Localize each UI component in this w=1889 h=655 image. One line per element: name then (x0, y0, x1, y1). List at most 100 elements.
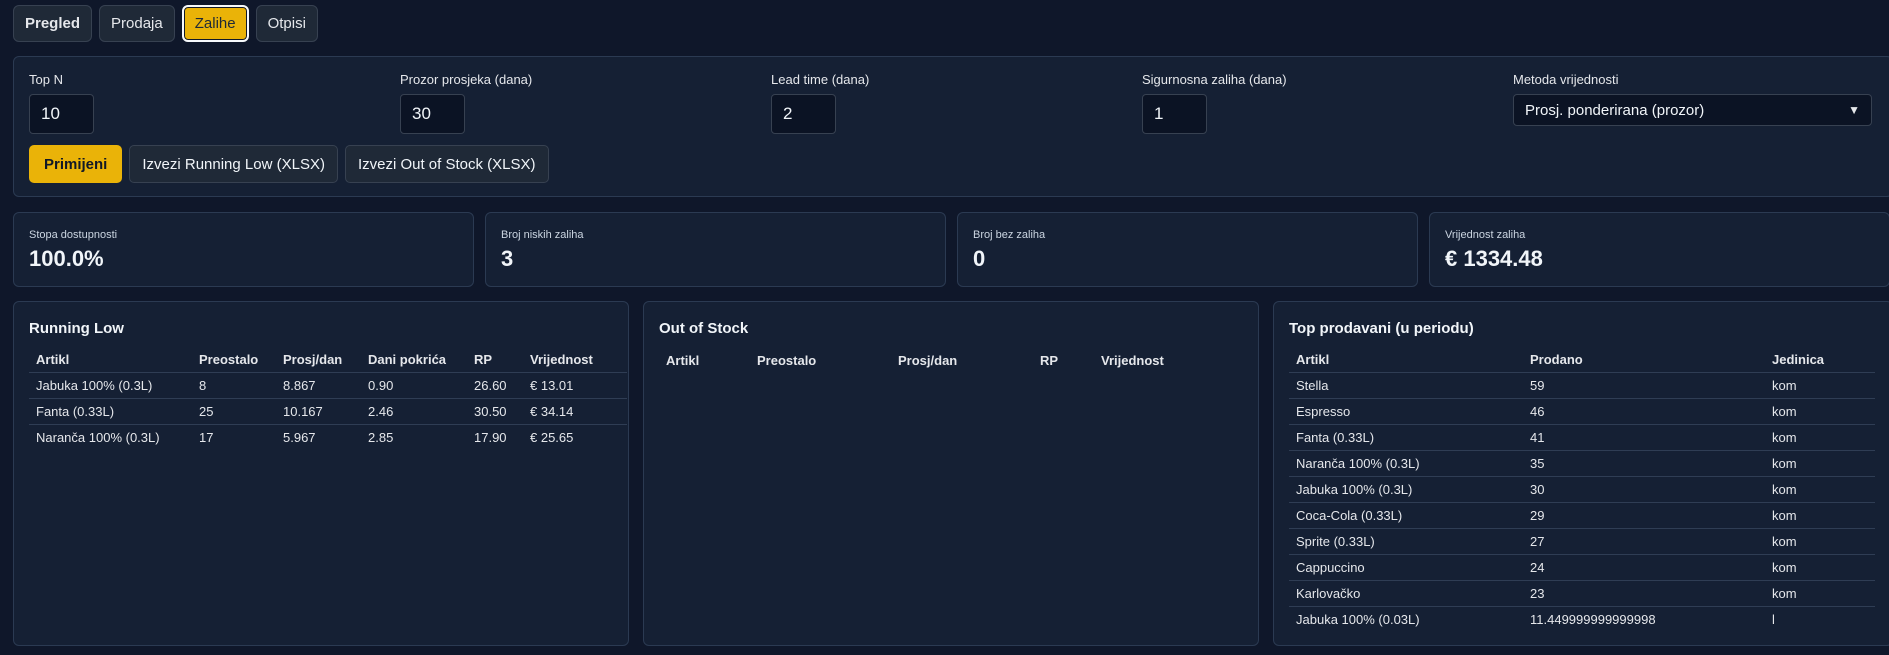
table-cell: 25 (192, 398, 276, 425)
table-cell: 10.167 (276, 398, 361, 425)
lead-time-label: Lead time (dana) (771, 72, 870, 87)
apply-button[interactable]: Primijeni (29, 145, 123, 183)
table-row: Karlovačko 23 kom (1289, 580, 1875, 607)
table-row: Jabuka 100% (0.3L) 8 8.867 0.90 26.60 € … (29, 372, 627, 399)
table-row: Naranča 100% (0.3L) 35 kom (1289, 450, 1875, 477)
tab-zalihe[interactable]: Zalihe (181, 5, 249, 42)
table-cell: 29 (1523, 502, 1765, 529)
export-running-low-button[interactable]: Izvezi Running Low (XLSX) (129, 145, 338, 183)
table-cell: kom (1765, 476, 1875, 503)
lead-time-field: Lead time (dana) 2 (771, 72, 869, 134)
kpi-label: Vrijednost zaliha (1445, 229, 1526, 241)
column-header: Preostalo (757, 352, 817, 368)
kpi-out-of-stock-count: Broj bez zaliha 0 (957, 212, 1418, 287)
table-cell: Sprite (0.33L) (1289, 528, 1523, 555)
chevron-down-icon: ▼ (1848, 103, 1860, 117)
table-cell: 41 (1523, 424, 1765, 451)
table-row: Jabuka 100% (0.03L) 11.449999999999998 l (1289, 606, 1875, 632)
kpi-stock-value: Vrijednost zaliha € 1334.48 (1429, 212, 1889, 287)
running-low-panel: Running Low Artikl Preostalo Prosj/dan D… (13, 301, 629, 646)
table-cell: 0.90 (361, 372, 467, 399)
action-buttons: Primijeni Izvezi Running Low (XLSX) Izve… (29, 145, 549, 183)
kpi-value: 100.0% (29, 246, 104, 271)
column-header: Vrijednost (1101, 352, 1164, 368)
tab-pregled[interactable]: Pregled (13, 5, 93, 42)
table-cell: l (1772, 611, 1775, 627)
table-cell: Naranča 100% (0.3L) (36, 429, 160, 445)
table-header-row: Artikl Prodano Jedinica (1289, 348, 1875, 373)
table-cell: Karlovačko (1289, 580, 1523, 607)
table-cell: kom (1765, 398, 1875, 425)
table-cell: € 13.01 (523, 372, 627, 399)
table-row: Sprite (0.33L) 27 kom (1289, 528, 1875, 555)
table-cell: kom (1765, 502, 1875, 529)
window-label: Prozor prosjeka (dana) (400, 72, 533, 87)
table-header-row: Artikl Preostalo Prosj/dan Dani pokrića … (29, 348, 627, 373)
column-header: Vrijednost (523, 348, 627, 373)
table-cell: € 25.65 (530, 429, 574, 445)
table-row: Stella 59 kom (1289, 372, 1875, 399)
top-sold-panel: Top prodavani (u periodu) Artikl Prodano… (1273, 301, 1889, 646)
tab-bar: Pregled Prodaja Zalihe Otpisi (13, 5, 318, 42)
table-row: Naranča 100% (0.3L) 17 5.967 2.85 17.90 … (29, 424, 627, 450)
table-cell: 35 (1523, 450, 1765, 477)
filter-panel: Top N 10 Prozor prosjeka (dana) 30 Lead … (13, 56, 1889, 197)
table-cell: 26.60 (467, 372, 523, 399)
table-cell: kom (1765, 554, 1875, 581)
window-input[interactable]: 30 (400, 94, 465, 134)
kpi-low-count: Broj niskih zaliha 3 (485, 212, 946, 287)
kpi-label: Broj bez zaliha (973, 229, 1046, 241)
panel-title: Out of Stock (659, 320, 749, 337)
table-cell: Jabuka 100% (0.03L) (1296, 611, 1420, 627)
table-cell: kom (1765, 580, 1875, 607)
tab-prodaja[interactable]: Prodaja (99, 5, 175, 42)
column-header: Preostalo (192, 348, 276, 373)
table-cell: 8.867 (276, 372, 361, 399)
table-cell: 2.46 (361, 398, 467, 425)
table-cell: kom (1765, 372, 1875, 399)
kpi-availability: Stopa dostupnosti 100.0% (13, 212, 474, 287)
top-n-label: Top N (29, 72, 63, 87)
column-header: Prosj/dan (276, 348, 361, 373)
tab-otpisi[interactable]: Otpisi (255, 5, 318, 42)
top-sold-table: Artikl Prodano Jedinica Stella 59 kom Espr… (1289, 348, 1875, 632)
column-header: Prosj/dan (898, 352, 958, 368)
table-cell: Fanta (0.33L) (29, 398, 192, 425)
valuation-method-label: Metoda vrijednosti (1513, 72, 1619, 87)
table-cell: 46 (1523, 398, 1765, 425)
table-cell: 17.90 (474, 429, 507, 445)
table-cell: kom (1765, 450, 1875, 477)
kpi-value: € 1334.48 (1445, 246, 1543, 271)
table-row: Jabuka 100% (0.3L) 30 kom (1289, 476, 1875, 503)
column-header: Dani pokrića (361, 348, 467, 373)
table-cell: Naranča 100% (0.3L) (1289, 450, 1523, 477)
top-n-input[interactable]: 10 (29, 94, 94, 134)
valuation-method-field: Metoda vrijednosti Prosj. ponderirana (p… (1513, 72, 1872, 126)
column-header: Jedinica (1765, 348, 1875, 373)
table-cell: Fanta (0.33L) (1289, 424, 1523, 451)
kpi-label: Stopa dostupnosti (29, 229, 118, 241)
table-header-row: Artikl Preostalo Prosj/dan RP Vrijednost (659, 348, 1245, 372)
table-cell: 8 (192, 372, 276, 399)
export-out-of-stock-button[interactable]: Izvezi Out of Stock (XLSX) (344, 145, 549, 183)
table-row: Coca-Cola (0.33L) 29 kom (1289, 502, 1875, 529)
safety-stock-input[interactable]: 1 (1142, 94, 1207, 134)
column-header: Artikl (29, 348, 192, 373)
table-cell: 23 (1523, 580, 1765, 607)
table-cell: Cappuccino (1289, 554, 1523, 581)
column-header: Prodano (1523, 348, 1765, 373)
safety-stock-label: Sigurnosna zaliha (dana) (1142, 72, 1287, 87)
table-cell: 2.85 (368, 429, 394, 445)
lead-time-input[interactable]: 2 (771, 94, 836, 134)
kpi-value: 3 (501, 246, 514, 271)
table-cell: Espresso (1289, 398, 1523, 425)
out-of-stock-panel: Out of Stock Artikl Preostalo Prosj/dan … (643, 301, 1259, 646)
running-low-table: Artikl Preostalo Prosj/dan Dani pokrića … (29, 348, 627, 450)
valuation-method-select[interactable]: Prosj. ponderirana (prozor) ▼ (1513, 94, 1872, 126)
column-header: Artikl (1289, 348, 1523, 373)
table-row: Cappuccino 24 kom (1289, 554, 1875, 581)
table-cell: Coca-Cola (0.33L) (1289, 502, 1523, 529)
top-n-field: Top N 10 (29, 72, 94, 134)
table-row: Fanta (0.33L) 25 10.167 2.46 30.50 € 34.… (29, 398, 627, 425)
window-field: Prozor prosjeka (dana) 30 (400, 72, 532, 134)
